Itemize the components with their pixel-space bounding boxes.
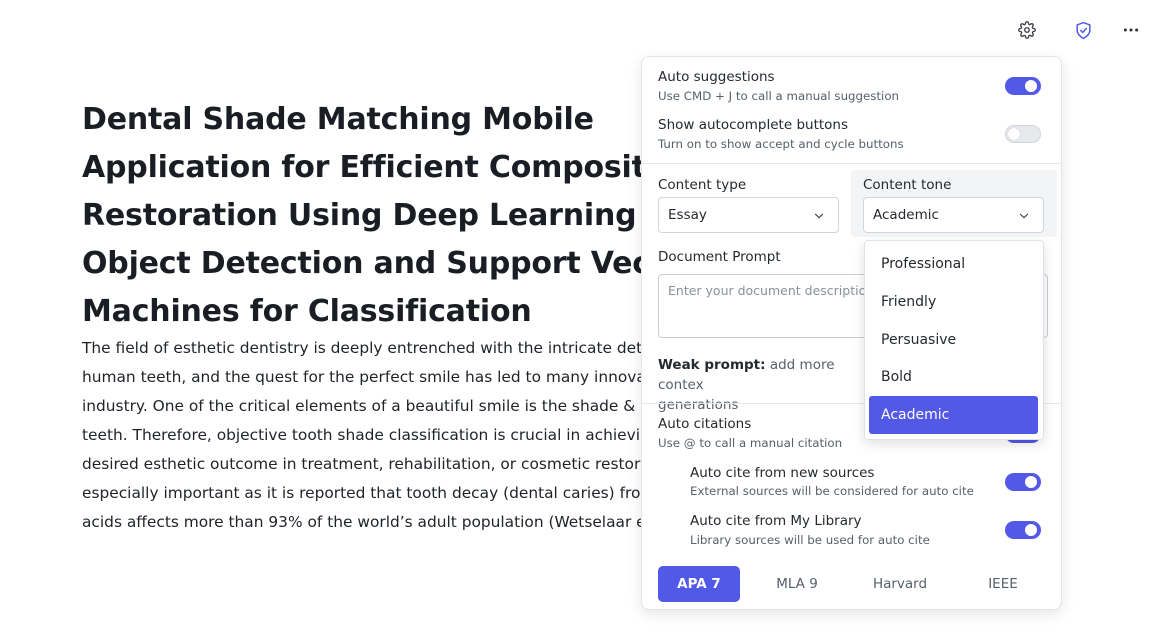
weak-prompt-title: Weak prompt: [658,357,766,373]
content-tone-select[interactable]: Academic [863,197,1044,233]
tone-option-bold[interactable]: Bold [869,358,1038,396]
weak-prompt-text-line2: generations [658,397,739,413]
title-line: Restoration Using Deep Learning for [82,198,695,233]
autocomplete-buttons-toggle[interactable] [1005,125,1041,143]
document-title[interactable]: Dental Shade Matching Mobile Application… [82,96,722,336]
body-line: acids affects more than 93% of the world… [82,513,666,531]
toggle-knob [1025,524,1037,536]
content-tone-label: Content tone [863,177,952,193]
citation-style-ieee[interactable]: IEEE [962,566,1044,602]
citation-style-tabs: APA 7 MLA 9 Harvard IEEE [658,566,1046,602]
document-prompt-placeholder: Enter your document description to [668,283,891,298]
body-line: desired esthetic outcome in treatment, r… [82,455,661,473]
body-line: industry. One of the critical elements o… [82,397,663,415]
title-line: Object Detection and Support Vecto [82,246,685,281]
tone-option-academic[interactable]: Academic [869,396,1038,434]
title-line: Dental Shade Matching Mobile [82,102,594,137]
cite-library-toggle[interactable] [1005,521,1041,539]
autocomplete-buttons-desc: Turn on to show accept and cycle buttons [658,137,904,151]
auto-citations-desc: Use @ to call a manual citation [658,436,843,450]
auto-suggestions-label: Auto suggestions [658,69,775,85]
divider [642,163,1061,164]
cite-new-sources-desc: External sources will be considered for … [690,484,974,498]
content-tone-dropdown: Professional Friendly Persuasive Bold Ac… [864,240,1044,440]
title-line: Application for Efficient Composite [82,150,666,185]
auto-suggestions-desc: Use CMD + J to call a manual suggestion [658,89,900,103]
citation-style-apa[interactable]: APA 7 [658,566,740,602]
toggle-knob [1025,476,1037,488]
weak-prompt-warning: Weak prompt: add more contex generations [658,355,878,415]
citation-style-harvard[interactable]: Harvard [859,566,941,602]
toggle-knob [1025,80,1037,92]
tone-option-persuasive[interactable]: Persuasive [869,321,1038,359]
title-line: Machines for Classification [82,294,532,329]
cite-library-label: Auto cite from My Library [690,513,862,529]
shield-check-icon[interactable] [1071,18,1095,42]
settings-gear-icon[interactable] [1015,18,1039,42]
document-body[interactable]: The field of esthetic dentistry is deepl… [82,334,722,537]
chevron-down-icon [814,213,824,219]
chevron-down-icon [1019,213,1029,219]
more-horizontal-icon[interactable] [1119,18,1143,42]
auto-suggestions-toggle[interactable] [1005,77,1041,95]
tone-option-professional[interactable]: Professional [869,245,1038,283]
body-line: The field of esthetic dentistry is deepl… [82,339,656,357]
content-type-label: Content type [658,177,747,193]
body-line: especially important as it is reported t… [82,484,656,502]
cite-new-sources-toggle[interactable] [1005,473,1041,491]
auto-citations-label: Auto citations [658,416,752,432]
content-tone-value: Academic [873,207,939,223]
tone-option-friendly[interactable]: Friendly [869,283,1038,321]
content-type-value: Essay [668,207,707,223]
body-line: human teeth, and the quest for the perfe… [82,368,666,386]
content-type-select[interactable]: Essay [658,197,839,233]
autocomplete-buttons-label: Show autocomplete buttons [658,117,849,133]
citation-style-mla[interactable]: MLA 9 [756,566,838,602]
cite-library-desc: Library sources will be used for auto ci… [690,533,930,547]
toggle-knob [1008,128,1020,140]
body-line: teeth. Therefore, objective tooth shade … [82,426,660,444]
document-content: Dental Shade Matching Mobile Application… [82,96,722,537]
cite-new-sources-label: Auto cite from new sources [690,465,875,481]
document-prompt-label: Document Prompt [658,249,781,265]
